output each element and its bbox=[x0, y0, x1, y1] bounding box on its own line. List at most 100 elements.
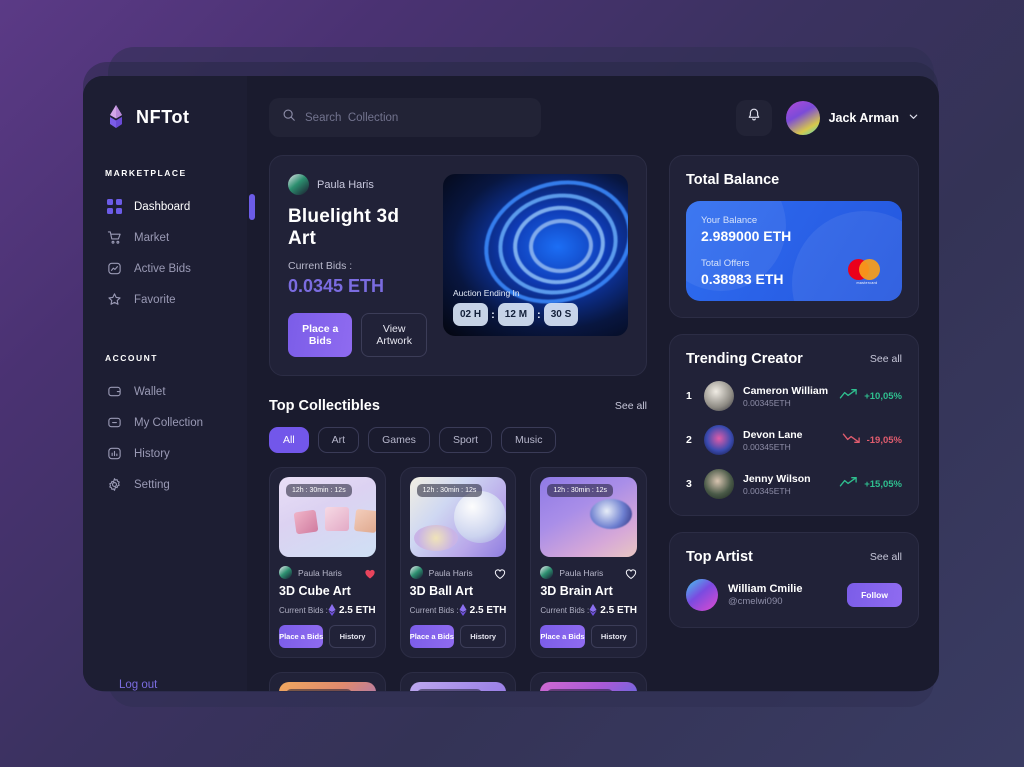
creator-avatar bbox=[409, 566, 423, 579]
filter-art[interactable]: Art bbox=[317, 427, 360, 453]
sidebar-item-active-bids[interactable]: Active Bids bbox=[83, 253, 247, 284]
see-all-trending[interactable]: See all bbox=[870, 353, 902, 365]
notifications-button[interactable] bbox=[735, 99, 772, 136]
sidebar-item-label: Favorite bbox=[134, 293, 176, 306]
heart-icon[interactable] bbox=[364, 567, 376, 579]
nft-title: 3D Brain Art bbox=[540, 584, 613, 598]
artist-handle: @cmelwi090 bbox=[728, 596, 783, 607]
search-box[interactable] bbox=[269, 98, 541, 137]
sidebar-item-market[interactable]: Market bbox=[83, 222, 247, 253]
featured-details: Paula Haris Bluelight 3d Art Current Bid… bbox=[288, 174, 427, 357]
heart-icon[interactable] bbox=[625, 567, 637, 579]
place-a-bids-button[interactable]: Place a Bids bbox=[540, 625, 585, 648]
nft-countdown: 12h : 30min : 12s bbox=[547, 484, 614, 497]
nft-bid-row: Current Bids : 2.5 ETH bbox=[540, 604, 637, 616]
grid-icon bbox=[107, 199, 122, 214]
heart-icon[interactable] bbox=[494, 567, 506, 579]
logout-button[interactable]: Log out bbox=[83, 679, 247, 691]
nft-card[interactable]: 12h : 30min : 12s Paula Haris 3D Brain A… bbox=[530, 467, 647, 658]
creator-avatar bbox=[704, 381, 734, 411]
brand-name: NFTot bbox=[136, 106, 190, 127]
sidebar-item-history[interactable]: History bbox=[83, 438, 247, 469]
nft-card[interactable]: 12h : 30min : 12s Paula Haris 3D Ball Ar… bbox=[399, 467, 517, 658]
sidebar-item-label: Wallet bbox=[134, 385, 166, 398]
nft-creator-row: Paula Haris bbox=[409, 566, 507, 579]
see-all-artist[interactable]: See all bbox=[870, 551, 902, 563]
left-column: Paula Haris Bluelight 3d Art Current Bid… bbox=[269, 155, 647, 691]
creator-row[interactable]: 1 Cameron William 0.00345ETH +10,05% bbox=[686, 381, 902, 411]
artist-row[interactable]: William Cmilie @cmelwi090 Follow bbox=[686, 579, 902, 611]
nft-title: 3D Ball Art bbox=[409, 584, 474, 598]
featured-bids-label: Current Bids : bbox=[288, 260, 353, 272]
creator-avatar bbox=[540, 566, 554, 579]
sidebar-item-wallet[interactable]: Wallet bbox=[83, 376, 247, 407]
change-value: +15,05% bbox=[864, 478, 902, 490]
creator-name: Paula Haris bbox=[559, 567, 604, 578]
sidebar-item-label: Dashboard bbox=[134, 200, 191, 213]
auction-ending-label: Auction Ending In bbox=[453, 288, 520, 298]
nft-actions: Place a Bids History bbox=[540, 625, 637, 648]
nft-creator-row: Paula Haris bbox=[540, 566, 637, 579]
creator-avatar bbox=[288, 174, 309, 195]
place-a-bids-button[interactable]: Place a Bids bbox=[288, 313, 353, 357]
nft-countdown: 12h : 30min : 12s bbox=[416, 484, 483, 497]
creator-eth: 0.00345ETH bbox=[743, 441, 791, 452]
creator-row[interactable]: 2 Devon Lane 0.00345ETH -19,05% bbox=[686, 425, 902, 455]
filter-games[interactable]: Games bbox=[368, 427, 430, 453]
place-a-bids-button[interactable]: Place a Bids bbox=[279, 625, 324, 648]
nft-card[interactable]: 12h : 30min : 12s bbox=[530, 672, 647, 691]
nft-diamond-logo-icon bbox=[105, 104, 127, 130]
sidebar: NFTot MARKETPLACE Dashboard Market Activ… bbox=[83, 76, 255, 691]
nft-price-text: 2.5 ETH bbox=[600, 604, 637, 616]
search-input[interactable] bbox=[305, 111, 528, 124]
sidebar-item-my-collection[interactable]: My Collection bbox=[83, 407, 247, 438]
change-value: +10,05% bbox=[864, 390, 902, 402]
chart-box-icon bbox=[107, 261, 122, 276]
creator-rank: 3 bbox=[686, 478, 692, 490]
creator-name: Paula Haris bbox=[298, 567, 342, 578]
follow-button[interactable]: Follow bbox=[847, 583, 902, 607]
creator-avatar bbox=[704, 469, 734, 499]
sidebar-item-label: Setting bbox=[134, 478, 170, 491]
nft-card[interactable]: 12h : 30min : 12s Paula Haris 3D Cube Ar… bbox=[269, 467, 386, 658]
countdown-separator: : bbox=[491, 308, 495, 321]
collectibles-grid: 12h : 30min : 12s Paula Haris 3D Cube Ar… bbox=[269, 467, 647, 658]
history-button[interactable]: History bbox=[329, 625, 376, 648]
see-all-collectibles[interactable]: See all bbox=[615, 400, 647, 412]
top-artist-panel: Top Artist See all William Cmilie @cmelw… bbox=[669, 532, 919, 628]
nft-card[interactable]: 12h : 30min : 12s bbox=[399, 672, 517, 691]
change-value: -19,05% bbox=[866, 434, 902, 446]
creator-eth: 0.00345ETH bbox=[743, 485, 791, 496]
creator-avatar bbox=[279, 566, 292, 579]
nft-actions: Place a Bids History bbox=[409, 625, 507, 648]
nft-image: 12h : 30min : 12s bbox=[540, 477, 637, 557]
view-artwork-button[interactable]: View Artwork bbox=[361, 313, 427, 357]
creator-row[interactable]: 3 Jenny Wilson 0.00345ETH +15,05% bbox=[686, 469, 902, 499]
filter-sport[interactable]: Sport bbox=[438, 427, 493, 453]
nft-price: 2.5 ETH bbox=[589, 604, 637, 616]
countdown-seconds: 30 S bbox=[543, 303, 579, 326]
sidebar-section-marketplace-label: MARKETPLACE bbox=[105, 168, 187, 178]
eth-icon bbox=[589, 604, 597, 616]
place-a-bids-button[interactable]: Place a Bids bbox=[409, 625, 454, 648]
creator-change: -19,05% bbox=[842, 431, 902, 449]
topbar: Jack Arman bbox=[269, 98, 919, 137]
featured-creator: Paula Haris bbox=[288, 174, 427, 195]
nft-countdown: 12h : 30min : 12s bbox=[547, 689, 614, 691]
history-button[interactable]: History bbox=[460, 625, 507, 648]
filter-music[interactable]: Music bbox=[501, 427, 557, 453]
sidebar-item-dashboard[interactable]: Dashboard bbox=[83, 191, 255, 222]
history-button[interactable]: History bbox=[590, 625, 637, 648]
sidebar-item-favorite[interactable]: Favorite bbox=[83, 284, 247, 315]
collectibles-header: Top Collectibles See all bbox=[269, 398, 647, 414]
sidebar-item-setting[interactable]: Setting bbox=[83, 469, 247, 500]
trending-creator-panel: Trending Creator See all 1 Cameron Willi… bbox=[669, 334, 919, 516]
filter-all[interactable]: All bbox=[269, 427, 309, 453]
nft-card[interactable]: 12h : 30min : 12s bbox=[269, 672, 386, 691]
countdown-timer: 02 H : 12 M : 30 S bbox=[453, 303, 620, 326]
nft-image: 12h : 30min : 12s bbox=[409, 477, 507, 557]
creator-info: Devon Lane 0.00345ETH bbox=[743, 429, 803, 452]
user-menu[interactable]: Jack Arman bbox=[785, 100, 919, 135]
panel-title: Top Artist bbox=[686, 549, 753, 565]
nft-bids-label: Current Bids : bbox=[279, 605, 328, 615]
